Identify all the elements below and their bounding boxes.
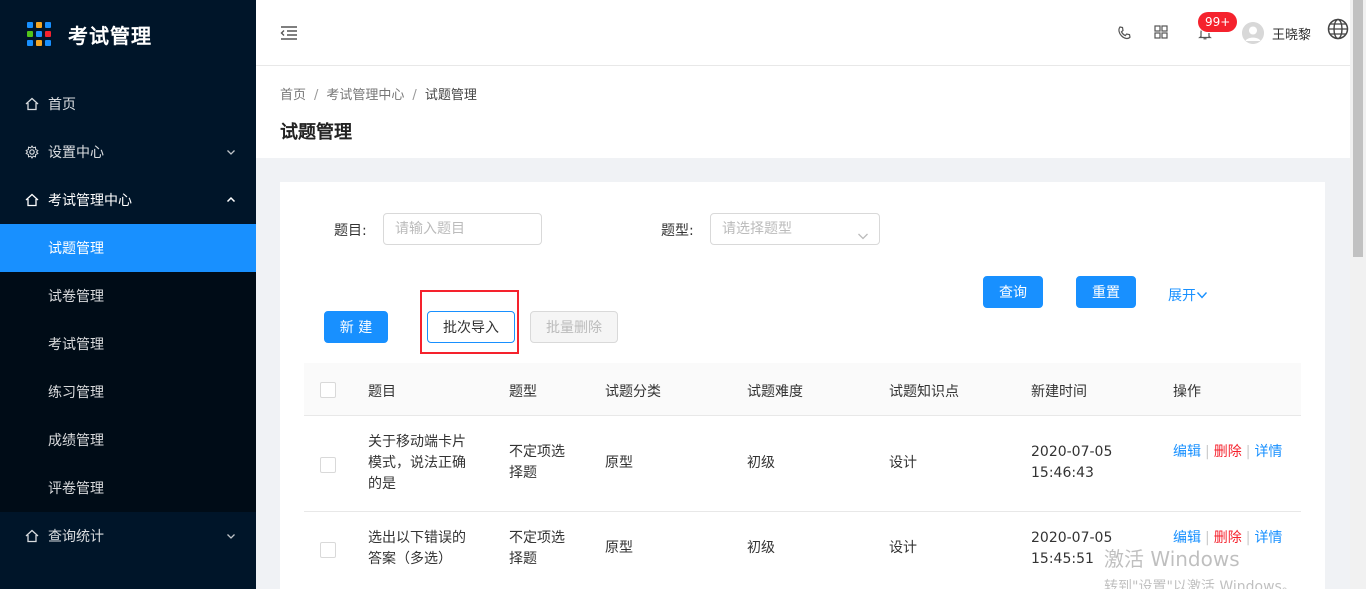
table-header: 题目 题型 试题分类 试题难度 试题知识点 新建时间 操作 (304, 363, 1301, 416)
page-scrollbar[interactable] (1350, 0, 1366, 589)
breadcrumb: 首页 / 考试管理中心 / 试题管理 (280, 88, 477, 103)
type-label: 题型: (661, 223, 694, 239)
avatar[interactable] (1242, 22, 1264, 44)
content-card: 题目: 请输入题目 题型: 请选择题型 查询 重置 展开 新 建 批次导入 批量… (280, 182, 1325, 589)
sidebar-item-label: 查询统计 (48, 529, 104, 545)
column-header: 新建时间 (1031, 384, 1087, 400)
sidebar-item-exam-center[interactable]: 考试管理中心 (0, 176, 256, 224)
menu-fold-icon[interactable] (280, 25, 298, 45)
sidebar-item-label: 首页 (48, 97, 76, 113)
sidebar-item-paper-mgmt[interactable]: 试卷管理 (0, 272, 256, 320)
globe-icon[interactable] (1327, 18, 1349, 44)
new-button[interactable]: 新 建 (324, 311, 388, 343)
row-checkbox[interactable] (320, 542, 336, 558)
watermark-subtitle: 转到"设置"以激活 Windows。 (1104, 579, 1296, 589)
chevron-up-icon (226, 193, 236, 209)
column-header: 题型 (509, 384, 537, 400)
exam-center-submenu: 试题管理 试卷管理 考试管理 练习管理 成绩管理 评卷管理 (0, 224, 256, 512)
category-cell: 原型 (605, 540, 633, 556)
column-header: 试题难度 (747, 384, 803, 400)
row-checkbox[interactable] (320, 457, 336, 473)
category-cell: 原型 (605, 455, 633, 471)
app-title: 考试管理 (68, 23, 152, 48)
sidebar-item-statistics[interactable]: 查询统计 (0, 512, 256, 560)
column-header: 操作 (1173, 384, 1201, 400)
question-label: 题目: (334, 223, 367, 239)
sidebar-item-exam-mgmt[interactable]: 考试管理 (0, 320, 256, 368)
chevron-down-icon (857, 223, 869, 253)
batch-delete-button[interactable]: 批量删除 (530, 311, 618, 343)
reset-button[interactable]: 重置 (1076, 276, 1136, 308)
user-name[interactable]: 王晓黎 (1272, 24, 1311, 43)
apps-icon[interactable] (1154, 25, 1168, 43)
sidebar-item-practice-mgmt[interactable]: 练习管理 (0, 368, 256, 416)
type-select-placeholder: 请选择题型 (722, 221, 792, 237)
delete-link[interactable]: 删除 (1214, 444, 1242, 460)
edit-link[interactable]: 编辑 (1173, 444, 1201, 460)
operations-cell: 编辑 | 删除 | 详情 (1173, 444, 1283, 460)
query-button[interactable]: 查询 (983, 276, 1043, 308)
sidebar: 考试管理 首页 设置中心 考试管理中心 试题管理 试卷管理 考试管理 练习管理 … (0, 0, 256, 589)
type-cell: 不定项选 择题 (509, 530, 565, 567)
difficulty-cell: 初级 (747, 540, 775, 556)
question-cell: 关于移动端卡片 模式，说法正确 的是 (368, 434, 466, 492)
top-header: 99+ 王晓黎 (256, 0, 1350, 66)
sidebar-item-question-mgmt[interactable]: 试题管理 (0, 224, 256, 272)
home-icon (24, 192, 40, 208)
question-input[interactable]: 请输入题目 (383, 213, 542, 245)
breadcrumb-item-current: 试题管理 (424, 88, 477, 103)
sidebar-item-settings[interactable]: 设置中心 (0, 128, 256, 176)
difficulty-cell: 初级 (747, 455, 775, 471)
phone-icon[interactable] (1116, 25, 1132, 45)
sidebar-item-home[interactable]: 首页 (0, 80, 256, 128)
table-row: 关于移动端卡片 模式，说法正确 的是 不定项选 择题 原型 初级 设计 2020… (304, 416, 1301, 512)
sidebar-item-grading-mgmt[interactable]: 评卷管理 (0, 464, 256, 512)
knowledge-cell: 设计 (889, 540, 917, 556)
scrollbar-thumb[interactable] (1353, 0, 1363, 257)
detail-link[interactable]: 详情 (1254, 444, 1282, 460)
home-icon (24, 528, 40, 544)
home-icon (24, 96, 40, 112)
question-cell: 选出以下错误的 答案（多选） (368, 530, 466, 567)
page-header: 首页 / 考试管理中心 / 试题管理 试题管理 (256, 66, 1350, 158)
column-header: 试题知识点 (889, 384, 959, 400)
sidebar-item-label: 设置中心 (48, 145, 104, 161)
sidebar-menu: 首页 设置中心 考试管理中心 试题管理 试卷管理 考试管理 练习管理 成绩管理 … (0, 80, 256, 560)
sidebar-item-score-mgmt[interactable]: 成绩管理 (0, 416, 256, 464)
created-time-cell: 2020-07-05 15:46:43 (1031, 444, 1113, 481)
chevron-down-icon (226, 145, 236, 161)
batch-import-button[interactable]: 批次导入 (427, 311, 515, 343)
sidebar-item-label: 考试管理中心 (48, 193, 132, 209)
windows-activation-watermark: 激活 Windows 转到"设置"以激活 Windows。 (1104, 543, 1296, 589)
created-time-cell: 2020-07-05 15:45:51 (1031, 530, 1113, 567)
question-input-placeholder: 请输入题目 (395, 221, 465, 237)
watermark-title: 激活 Windows (1104, 547, 1240, 571)
type-select[interactable]: 请选择题型 (710, 213, 880, 245)
knowledge-cell: 设计 (889, 455, 917, 471)
notification-badge: 99+ (1198, 12, 1238, 32)
gear-icon (24, 144, 40, 160)
select-all-checkbox[interactable] (320, 382, 336, 398)
breadcrumb-item-exam-center[interactable]: 考试管理中心 (326, 88, 404, 103)
type-cell: 不定项选 择题 (509, 444, 565, 481)
expand-label: 展开 (1168, 288, 1196, 304)
app-grid-icon (27, 22, 51, 46)
expand-link[interactable]: 展开 (1168, 285, 1208, 305)
column-header: 试题分类 (605, 384, 661, 400)
column-header: 题目 (368, 384, 396, 400)
breadcrumb-item-home[interactable]: 首页 (280, 88, 306, 103)
page-title: 试题管理 (280, 122, 352, 143)
chevron-down-icon (226, 529, 236, 545)
logo[interactable]: 考试管理 (0, 0, 256, 68)
chevron-down-icon (1196, 288, 1208, 304)
